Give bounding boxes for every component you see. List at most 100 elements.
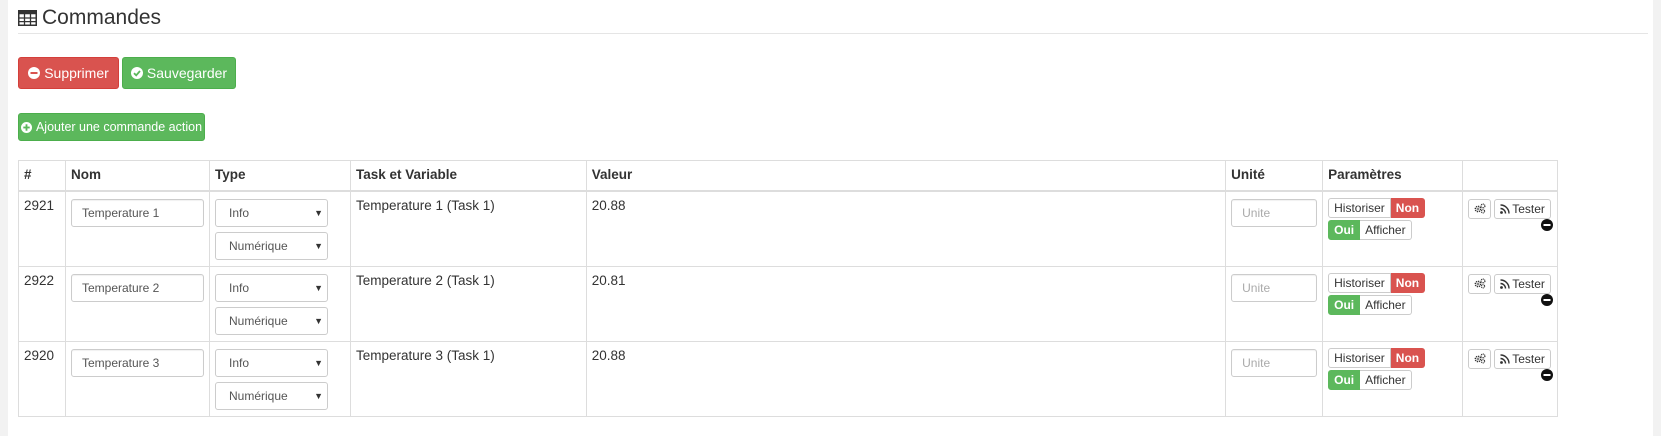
cmd-subtype-select[interactable]: Numérique ▼ [214, 231, 328, 260]
gears-icon [1474, 353, 1486, 364]
test-button-label: Tester [1512, 351, 1545, 366]
table-header-row: # Nom Type Task et Variable Valeur Unité… [18, 160, 1558, 192]
cmd-unit-input[interactable]: Unite [1231, 348, 1318, 377]
historiser-label: Historiser [1328, 197, 1391, 218]
cmd-type-cell: Info ▼ Numérique ▼ [208, 265, 351, 342]
historiser-toggle[interactable]: Historiser Non [1328, 347, 1457, 368]
configure-button[interactable] [1468, 273, 1492, 294]
cmd-params-cell: Historiser Non Oui Afficher [1322, 265, 1464, 342]
rss-icon [1500, 353, 1510, 364]
commands-legend: Commandes [18, 6, 1648, 34]
caret-down-icon: ▼ [314, 390, 323, 401]
cmd-unit-cell: Unite [1225, 340, 1324, 417]
cmd-params-cell: Historiser Non Oui Afficher [1322, 190, 1464, 267]
afficher-oui-state[interactable]: Oui [1328, 294, 1361, 315]
cmd-unit-cell: Unite [1225, 190, 1324, 267]
test-button[interactable]: Tester [1494, 273, 1552, 294]
cmd-type-value: Info [228, 280, 249, 295]
cmd-unit-input[interactable]: Unite [1231, 198, 1318, 227]
cmd-task: Temperature 2 (Task 1) [349, 265, 587, 342]
table-row: 2920 Temperature 3 Info ▼ Numérique ▼ Te… [18, 340, 1558, 417]
cmd-type-cell: Info ▼ Numérique ▼ [208, 190, 351, 267]
remove-command-icon[interactable] [1541, 218, 1554, 231]
test-button[interactable]: Tester [1494, 198, 1552, 219]
cmd-subtype-value: Numérique [228, 388, 288, 403]
historiser-non-state[interactable]: Non [1390, 197, 1426, 218]
cmd-value: 20.88 [585, 340, 1227, 417]
cmd-id: 2922 [18, 265, 66, 342]
cmd-name-cell: Temperature 1 [64, 190, 210, 267]
afficher-oui-state[interactable]: Oui [1328, 219, 1361, 240]
gears-icon [1474, 203, 1486, 214]
check-circle-icon [130, 67, 143, 79]
table-icon [18, 10, 37, 26]
cmd-subtype-value: Numérique [228, 313, 288, 328]
page-title: Commandes [42, 6, 162, 29]
cmd-task: Temperature 3 (Task 1) [349, 340, 587, 417]
table-row: 2922 Temperature 2 Info ▼ Numérique ▼ Te… [18, 265, 1558, 342]
cmd-subtype-value: Numérique [228, 238, 288, 253]
historiser-toggle[interactable]: Historiser Non [1328, 197, 1457, 218]
cmd-subtype-select[interactable]: Numérique ▼ [214, 306, 328, 335]
test-button-label: Tester [1512, 276, 1545, 291]
header-valeur: Valeur [585, 160, 1227, 192]
cmd-actions-cell: Tester [1462, 190, 1558, 267]
afficher-toggle[interactable]: Oui Afficher [1328, 294, 1457, 315]
cmd-type-value: Info [228, 205, 249, 220]
caret-down-icon: ▼ [314, 357, 323, 368]
header-actions [1462, 160, 1558, 192]
test-button[interactable]: Tester [1494, 348, 1552, 369]
configure-button[interactable] [1468, 198, 1492, 219]
commands-table: # Nom Type Task et Variable Valeur Unité… [18, 160, 1558, 417]
cmd-id: 2921 [18, 190, 66, 267]
afficher-label: Afficher [1360, 369, 1412, 390]
afficher-toggle[interactable]: Oui Afficher [1328, 219, 1457, 240]
minus-circle-icon [28, 67, 41, 79]
add-action-command-button[interactable]: Ajouter une commande action [18, 113, 205, 141]
cmd-type-select[interactable]: Info ▼ [214, 273, 328, 302]
afficher-oui-state[interactable]: Oui [1328, 369, 1361, 390]
delete-button[interactable]: Supprimer [18, 57, 119, 89]
cmd-value: 20.81 [585, 265, 1227, 342]
cmd-type-value: Info [228, 355, 249, 370]
plus-circle-icon [20, 121, 32, 133]
commands-panel: Commandes Supprimer Sauvegarder Ajouter … [8, 0, 1653, 436]
cmd-type-select[interactable]: Info ▼ [214, 198, 328, 227]
remove-command-icon[interactable] [1541, 368, 1554, 381]
historiser-non-state[interactable]: Non [1390, 347, 1426, 368]
afficher-label: Afficher [1360, 294, 1412, 315]
caret-down-icon: ▼ [314, 282, 323, 293]
cmd-name-input[interactable]: Temperature 3 [70, 348, 204, 377]
afficher-toggle[interactable]: Oui Afficher [1328, 369, 1457, 390]
delete-button-label: Supprimer [44, 65, 109, 81]
caret-down-icon: ▼ [314, 207, 323, 218]
header-unite: Unité [1225, 160, 1324, 192]
table-row: 2921 Temperature 1 Info ▼ Numérique ▼ Te… [18, 190, 1558, 267]
header-task: Task et Variable [349, 160, 587, 192]
cmd-type-select[interactable]: Info ▼ [214, 348, 328, 377]
test-button-label: Tester [1512, 201, 1545, 216]
configure-button[interactable] [1468, 348, 1492, 369]
caret-down-icon: ▼ [314, 240, 323, 251]
caret-down-icon: ▼ [314, 315, 323, 326]
remove-command-icon[interactable] [1541, 293, 1554, 306]
cmd-id: 2920 [18, 340, 66, 417]
header-type: Type [208, 160, 351, 192]
cmd-unit-input[interactable]: Unite [1231, 273, 1318, 302]
save-button[interactable]: Sauvegarder [122, 57, 236, 89]
historiser-non-state[interactable]: Non [1390, 272, 1426, 293]
cmd-params-cell: Historiser Non Oui Afficher [1322, 340, 1464, 417]
cmd-actions-cell: Tester [1462, 340, 1558, 417]
cmd-name-input[interactable]: Temperature 1 [70, 198, 204, 227]
cmd-name-input[interactable]: Temperature 2 [70, 273, 204, 302]
historiser-label: Historiser [1328, 347, 1391, 368]
cmd-subtype-select[interactable]: Numérique ▼ [214, 381, 328, 410]
cmd-unit-cell: Unite [1225, 265, 1324, 342]
add-action-command-label: Ajouter une commande action [35, 120, 203, 134]
cmd-value: 20.88 [585, 190, 1227, 267]
cmd-name-cell: Temperature 3 [64, 340, 210, 417]
historiser-label: Historiser [1328, 272, 1391, 293]
cmd-type-cell: Info ▼ Numérique ▼ [208, 340, 351, 417]
historiser-toggle[interactable]: Historiser Non [1328, 272, 1457, 293]
save-button-label: Sauvegarder [146, 65, 228, 81]
